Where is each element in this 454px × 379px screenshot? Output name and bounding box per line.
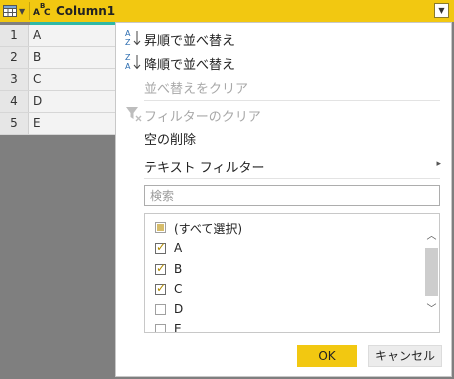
ok-button[interactable]: OK bbox=[297, 345, 357, 367]
header-divider bbox=[29, 2, 30, 20]
svg-text:Z: Z bbox=[125, 38, 131, 47]
scrollbar-thumb[interactable] bbox=[425, 248, 438, 296]
row-number: 1 bbox=[0, 25, 29, 46]
table-row[interactable]: 1 A bbox=[0, 25, 115, 47]
sort-ascending-item[interactable]: A Z 昇順で並べ替え bbox=[116, 25, 451, 51]
cell-value[interactable]: B bbox=[33, 47, 41, 68]
sort-descending-item[interactable]: Z A 降順で並べ替え bbox=[116, 49, 451, 75]
column-name[interactable]: Column1 bbox=[56, 4, 115, 18]
table-icon bbox=[3, 5, 17, 17]
list-item[interactable]: ✓ A bbox=[155, 240, 415, 260]
chevron-down-icon: ▼ bbox=[438, 6, 445, 15]
list-item-label: (すべて選択) bbox=[174, 222, 243, 236]
checkbox-unchecked-icon[interactable] bbox=[155, 324, 166, 332]
select-all-item[interactable]: (すべて選択) bbox=[155, 219, 415, 239]
column-filter-menu: A Z 昇順で並べ替え Z A 降順で並べ替え 並べ替えをクリア フィルターのク… bbox=[115, 22, 452, 377]
remove-empty-label: 空の削除 bbox=[144, 133, 197, 148]
svg-text:A: A bbox=[125, 29, 131, 38]
table-row[interactable]: 3 C bbox=[0, 69, 115, 91]
row-number: 5 bbox=[0, 113, 29, 134]
clear-filter-label: フィルターのクリア bbox=[144, 110, 261, 125]
list-scrollbar[interactable]: ︿ ﹀ bbox=[424, 214, 439, 332]
scroll-up-icon[interactable]: ︿ bbox=[424, 227, 439, 243]
list-item-label: E bbox=[174, 322, 182, 333]
cell-value[interactable]: A bbox=[33, 25, 41, 46]
sort-ascending-label: 昇順で並べ替え bbox=[144, 34, 236, 49]
table-row[interactable]: 5 E bbox=[0, 113, 115, 135]
caret-down-icon: ▼ bbox=[19, 6, 26, 16]
checkbox-partial-icon[interactable] bbox=[155, 222, 166, 233]
text-filter-label: テキスト フィルター bbox=[144, 161, 265, 176]
list-item-label: A bbox=[174, 241, 183, 255]
scroll-down-icon[interactable]: ﹀ bbox=[424, 300, 439, 316]
table-menu-button[interactable]: ▼ bbox=[3, 3, 27, 19]
checkbox-checked-icon[interactable]: ✓ bbox=[155, 281, 166, 295]
filter-value-list: (すべて選択) ✓ A ✓ B ✓ C D E ︿ ﹀ bbox=[144, 213, 440, 333]
chevron-right-icon: ▸ bbox=[436, 159, 441, 169]
cancel-button[interactable]: キャンセル bbox=[368, 345, 442, 367]
text-type-icon[interactable]: A B C bbox=[33, 2, 53, 20]
checkbox-checked-icon[interactable]: ✓ bbox=[155, 240, 166, 254]
svg-text:Z: Z bbox=[125, 53, 131, 62]
row-number: 3 bbox=[0, 69, 29, 90]
cell-value[interactable]: D bbox=[33, 91, 42, 112]
list-item[interactable]: D bbox=[155, 301, 415, 321]
sort-ascending-icon: A Z bbox=[125, 29, 141, 47]
column-header: ▼ A B C Column1 ▼ bbox=[0, 0, 454, 22]
cell-value[interactable]: E bbox=[33, 113, 41, 134]
remove-empty-item[interactable]: 空の削除 bbox=[116, 124, 451, 150]
clear-sort-item[interactable]: 並べ替えをクリア bbox=[116, 73, 451, 99]
clear-filter-icon bbox=[126, 107, 142, 122]
list-item[interactable]: E bbox=[155, 321, 415, 333]
sort-descending-icon: Z A bbox=[125, 53, 141, 71]
list-item-label: B bbox=[174, 262, 183, 276]
list-item[interactable]: ✓ B bbox=[155, 261, 415, 281]
sort-descending-label: 降順で並べ替え bbox=[144, 58, 236, 73]
checkbox-unchecked-icon[interactable] bbox=[155, 304, 166, 315]
list-item[interactable]: ✓ C bbox=[155, 281, 415, 301]
checkbox-checked-icon[interactable]: ✓ bbox=[155, 261, 166, 275]
column-filter-button[interactable]: ▼ bbox=[434, 3, 449, 18]
svg-text:A: A bbox=[125, 62, 131, 71]
type-letter-a: A bbox=[33, 8, 40, 18]
row-number: 2 bbox=[0, 47, 29, 68]
menu-divider bbox=[144, 178, 440, 179]
clear-sort-label: 並べ替えをクリア bbox=[144, 82, 249, 97]
table-row[interactable]: 2 B bbox=[0, 47, 115, 69]
list-item-label: D bbox=[174, 302, 184, 316]
table-row[interactable]: 4 D bbox=[0, 91, 115, 113]
row-number: 4 bbox=[0, 91, 29, 112]
list-item-label: C bbox=[174, 282, 183, 296]
text-filter-item[interactable]: テキスト フィルター ▸ bbox=[116, 152, 451, 178]
type-letter-c: C bbox=[44, 8, 51, 18]
search-input[interactable] bbox=[144, 185, 440, 206]
cell-value[interactable]: C bbox=[33, 69, 41, 90]
